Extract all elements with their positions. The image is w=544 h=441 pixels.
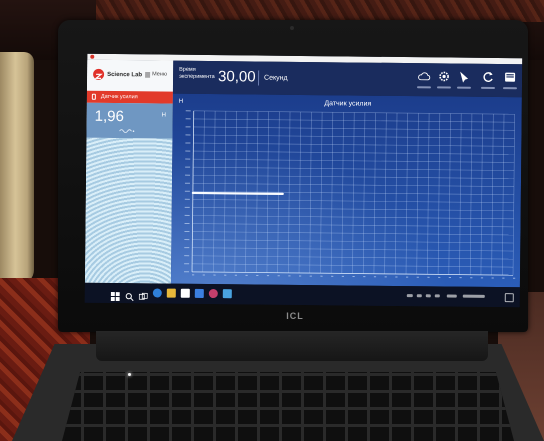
- notifications-icon[interactable]: [504, 293, 514, 303]
- experiment-time-unit[interactable]: Секунд: [264, 75, 288, 82]
- series-line: [191, 191, 284, 195]
- power-led: [128, 373, 131, 376]
- settings-caption: [436, 86, 451, 89]
- cloud-button[interactable]: [417, 69, 431, 83]
- settings-icon: [439, 71, 449, 82]
- chart-panel: Датчик усилия Н: [170, 93, 522, 288]
- sensor-value: 1,96: [94, 107, 124, 126]
- battery-icon[interactable]: [434, 294, 440, 298]
- chart-series: [191, 191, 284, 195]
- refresh-caption: [480, 86, 495, 89]
- windows-icon[interactable]: [110, 288, 120, 302]
- experiment-header: Время эксперимента 30,00 Секунд: [172, 60, 523, 98]
- y-axis-label: Н: [179, 99, 183, 105]
- wifi-icon[interactable]: [416, 294, 422, 298]
- folder-icon[interactable]: [166, 288, 176, 298]
- pen-icon: [460, 71, 469, 83]
- refresh-button[interactable]: [481, 70, 495, 84]
- app-name: Science Lab: [107, 71, 143, 79]
- pen-caption: [456, 86, 471, 89]
- sidebar-item-force-sensor[interactable]: Датчик усилия: [86, 90, 173, 104]
- app-window-icon: [90, 54, 95, 59]
- sensor-icon: [91, 93, 96, 100]
- wave-icon: [119, 129, 135, 134]
- sensor-label: Датчик усилия: [100, 93, 138, 101]
- app-icon[interactable]: [208, 289, 218, 299]
- chart-title: Датчик усилия: [324, 100, 371, 107]
- edge-icon[interactable]: [152, 288, 162, 298]
- sensor-value-card[interactable]: 1,96 Н: [86, 102, 173, 139]
- menu-label: Меню: [152, 71, 168, 78]
- sidebar: Science Lab Меню Датчик усилия 1,96 Н: [84, 59, 174, 284]
- tablet-icon: [505, 72, 516, 82]
- hamburger-icon: [145, 72, 151, 78]
- tray-chevron-icon[interactable]: [406, 294, 413, 298]
- sidebar-header: Science Lab Меню: [86, 59, 174, 92]
- time-label: Время: [179, 66, 196, 73]
- laptop-screen: Science Lab Меню Датчик усилия 1,96 Н Вр…: [84, 53, 523, 308]
- app-icon[interactable]: [222, 289, 232, 299]
- science-lab-icon[interactable]: [180, 288, 190, 298]
- header-separator: [257, 70, 260, 86]
- cloud-icon: [418, 72, 431, 81]
- task-view-icon[interactable]: [138, 288, 148, 300]
- tablet-button[interactable]: [503, 70, 517, 84]
- settings-button[interactable]: [437, 69, 451, 83]
- force-chart[interactable]: Датчик усилия Н: [171, 94, 522, 288]
- sidebar-empty-area: [84, 137, 173, 284]
- language-indicator[interactable]: [446, 294, 457, 298]
- laptop-hinge: [96, 331, 488, 361]
- clock[interactable]: [462, 294, 485, 298]
- search-icon[interactable]: [125, 288, 134, 302]
- store-icon[interactable]: [194, 288, 204, 298]
- volume-icon[interactable]: [425, 294, 431, 298]
- sensor-unit: Н: [161, 112, 167, 119]
- pen-button[interactable]: [457, 70, 471, 84]
- tablet-caption: [502, 87, 517, 90]
- menu-button[interactable]: Меню: [145, 70, 171, 80]
- webcam: [290, 26, 294, 30]
- refresh-icon: [483, 71, 493, 82]
- laptop-brand-logo: ICL: [286, 311, 304, 321]
- wall-rug: [96, 0, 544, 22]
- time-label-second-line: эксперимента: [179, 73, 215, 81]
- curtain: [0, 52, 34, 284]
- keyboard[interactable]: [62, 372, 514, 441]
- science-lab-logo-icon: [93, 68, 105, 80]
- cloud-caption: [416, 86, 431, 89]
- experiment-time-value[interactable]: 30,00: [218, 68, 256, 85]
